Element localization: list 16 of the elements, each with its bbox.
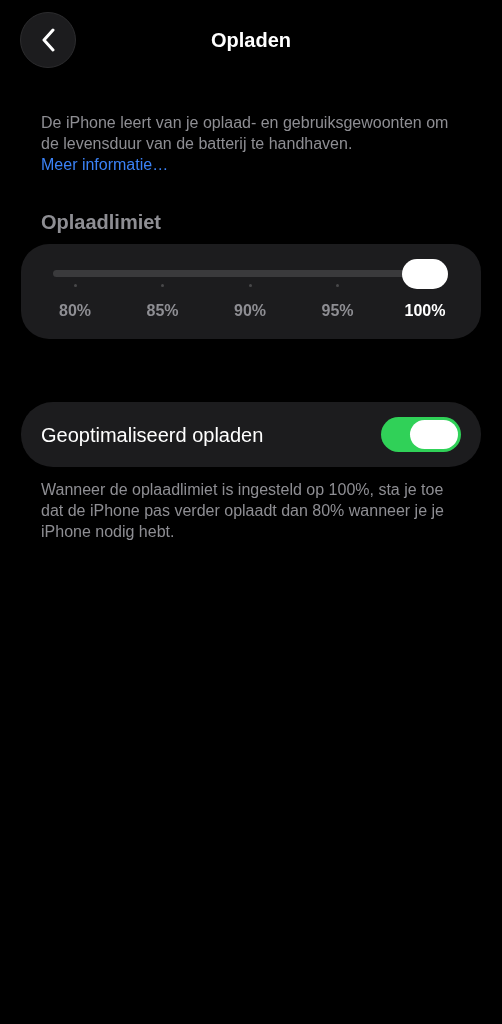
footer-text: Wanneer de oplaadlimiet is ingesteld op 100%, sta je toe dat de iPhone pas verder oplaadt dan 80% wanneer je je iPhone nodig hebt. [41, 480, 445, 542]
description-text: De iPhone leert van je oplaad- en gebruiksgewoonten om de levensduur van de batterij te handhaven. Meer informatie… [41, 113, 450, 175]
tick-label[interactable]: 85% [132, 301, 193, 321]
back-chevron-icon [41, 28, 55, 52]
tick-label[interactable]: 100% [395, 301, 455, 321]
page-title: Opladen [211, 28, 291, 53]
slider-thumb[interactable] [402, 259, 448, 289]
toggle-switch[interactable] [381, 417, 461, 452]
setting-label: Geoptimaliseerd opladen [41, 422, 264, 448]
tick-label[interactable]: 80% [45, 301, 105, 321]
slider[interactable] [53, 259, 448, 289]
section-header: Oplaadlimiet [41, 210, 163, 235]
tick-label[interactable]: 95% [307, 301, 368, 321]
more-info-link[interactable]: Meer informatie… [41, 156, 169, 173]
tick-label[interactable]: 90% [220, 301, 280, 321]
back-button[interactable] [20, 12, 76, 68]
